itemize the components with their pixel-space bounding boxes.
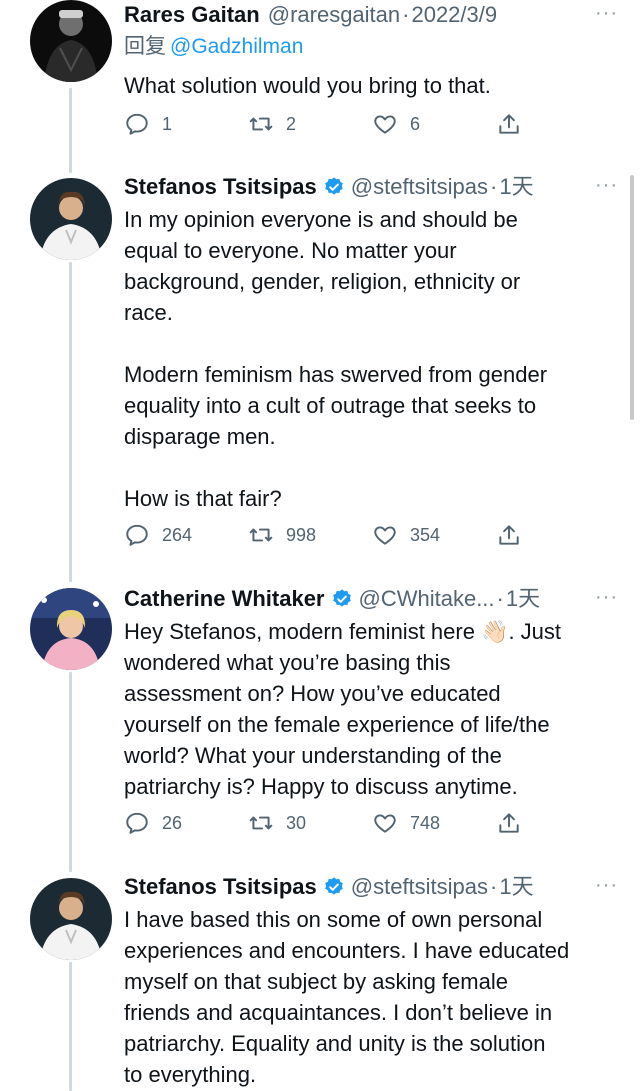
more-options-icon[interactable]: ··· xyxy=(595,2,618,25)
separator-dot: · xyxy=(496,586,504,611)
tweet[interactable]: Stefanos Tsitsipas @steftsitsipas · 1天 I… xyxy=(0,872,640,1091)
tweet-timestamp[interactable]: 1天 xyxy=(499,872,533,902)
reply-count: 1 xyxy=(162,113,173,134)
separator-dot: · xyxy=(490,874,498,899)
tweet-text: I have based this on some of own persona… xyxy=(124,907,570,1087)
heart-icon xyxy=(374,526,396,545)
tweet-actions: 26 30 748 xyxy=(124,810,524,840)
like-button[interactable]: 748 xyxy=(372,810,440,836)
reply-context: 回复 @Gadzhilman xyxy=(124,32,630,62)
verified-badge-icon xyxy=(324,877,343,895)
tweet-text: What solution would you bring to that. xyxy=(124,73,491,98)
retweet-button[interactable]: 998 xyxy=(248,522,316,548)
author-handle[interactable]: @CWhitake... xyxy=(359,584,495,614)
verified-badge-icon xyxy=(324,177,343,195)
author-name[interactable]: Rares Gaitan xyxy=(124,0,260,30)
retweet-icon xyxy=(249,117,273,131)
heart-icon xyxy=(374,814,396,833)
share-button[interactable] xyxy=(496,111,534,137)
retweet-count: 30 xyxy=(286,812,307,833)
share-icon xyxy=(499,114,519,134)
tweet-header: Stefanos Tsitsipas @steftsitsipas · 1天 xyxy=(124,872,630,902)
more-options-icon[interactable]: ··· xyxy=(595,174,618,197)
retweet-count: 2 xyxy=(286,113,297,134)
like-button[interactable]: 354 xyxy=(372,522,440,548)
author-handle[interactable]: @raresgaitan xyxy=(268,0,400,30)
reply-button[interactable]: 1 xyxy=(124,111,172,137)
like-count: 354 xyxy=(410,524,441,545)
reply-button[interactable]: 26 xyxy=(124,810,182,836)
like-count: 748 xyxy=(410,812,441,833)
separator-dot: · xyxy=(490,174,498,199)
reply-icon xyxy=(126,113,148,135)
more-options-icon[interactable]: ··· xyxy=(595,874,618,897)
share-icon xyxy=(499,525,519,545)
more-options-icon[interactable]: ··· xyxy=(595,586,618,609)
tweet-header: Catherine Whitaker @CWhitake... · 1天 xyxy=(124,584,630,614)
tweet-text: Hey Stefanos, modern feminist here 👋🏻. J… xyxy=(124,619,562,799)
reply-prefix: 回复 xyxy=(124,35,166,58)
share-icon xyxy=(499,813,519,833)
like-button[interactable]: 6 xyxy=(372,111,420,137)
reply-button[interactable]: 264 xyxy=(124,522,192,548)
avatar[interactable] xyxy=(30,588,112,670)
retweet-icon xyxy=(249,816,273,830)
author-name[interactable]: Stefanos Tsitsipas xyxy=(124,172,317,202)
author-name[interactable]: Catherine Whitaker xyxy=(124,584,325,614)
tweet-actions: 1 2 6 xyxy=(124,111,524,141)
tweet-header: Stefanos Tsitsipas @steftsitsipas · 1天 xyxy=(124,172,630,202)
avatar[interactable] xyxy=(30,0,112,82)
retweet-button[interactable]: 2 xyxy=(248,111,296,137)
reply-mention-link[interactable]: @Gadzhilman xyxy=(170,35,303,58)
tweet-timestamp[interactable]: 1天 xyxy=(499,172,533,202)
share-button[interactable] xyxy=(496,810,534,836)
avatar[interactable] xyxy=(30,178,112,260)
tweet[interactable]: Catherine Whitaker @CWhitake... · 1天 Hey… xyxy=(0,584,640,854)
author-handle[interactable]: @steftsitsipas xyxy=(351,872,488,902)
reply-count: 264 xyxy=(162,524,193,545)
like-count: 6 xyxy=(410,113,421,134)
avatar[interactable] xyxy=(30,878,112,960)
separator-dot: · xyxy=(402,2,410,27)
tweet[interactable]: Stefanos Tsitsipas @steftsitsipas · 1天 I… xyxy=(0,172,640,572)
author-name[interactable]: Stefanos Tsitsipas xyxy=(124,872,317,902)
share-button[interactable] xyxy=(496,522,534,548)
tweet-header: Rares Gaitan @raresgaitan · 2022/3/9 xyxy=(124,0,630,30)
author-handle[interactable]: @steftsitsipas xyxy=(351,172,488,202)
scrollbar[interactable] xyxy=(630,175,634,420)
reply-count: 26 xyxy=(162,812,183,833)
tweet-text: In my opinion everyone is and should be … xyxy=(124,207,548,511)
tweet-timestamp[interactable]: 2022/3/9 xyxy=(411,0,497,30)
tweet-timestamp[interactable]: 1天 xyxy=(506,584,540,614)
tweet[interactable]: Rares Gaitan @raresgaitan · 2022/3/9 回复 @… xyxy=(0,0,640,160)
retweet-button[interactable]: 30 xyxy=(248,810,306,836)
reply-icon xyxy=(126,812,148,834)
verified-badge-icon xyxy=(332,589,351,607)
heart-icon xyxy=(374,115,396,134)
retweet-icon xyxy=(249,528,273,542)
tweet-actions: 264 998 354 xyxy=(124,522,524,552)
retweet-count: 998 xyxy=(286,524,317,545)
reply-icon xyxy=(126,524,148,546)
